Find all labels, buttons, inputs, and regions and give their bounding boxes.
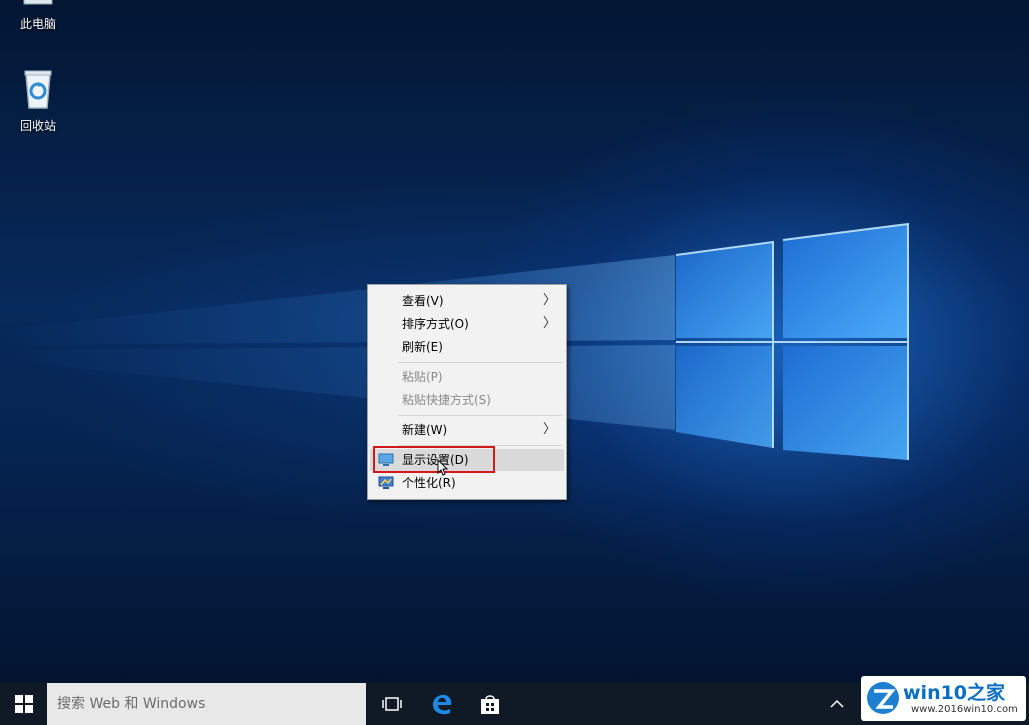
desktop-icon-label: 此电脑: [19, 17, 56, 31]
menu-item-label: 粘贴快捷方式(S): [402, 393, 491, 407]
chevron-up-icon: [830, 699, 844, 708]
store-button[interactable]: [468, 683, 512, 725]
show-hidden-icons-button[interactable]: [826, 683, 848, 725]
task-view-icon: [382, 697, 402, 711]
menu-item-personalize[interactable]: 个性化(R): [370, 472, 564, 494]
start-button[interactable]: [0, 683, 47, 725]
menu-separator: [398, 362, 562, 363]
edge-button[interactable]: [420, 683, 464, 725]
store-icon: [481, 695, 499, 714]
chevron-right-icon: 〉: [542, 422, 556, 437]
search-box[interactable]: 搜索 Web 和 Windows: [47, 683, 366, 725]
recycle-bin-icon: [24, 70, 52, 109]
chevron-right-icon: 〉: [542, 293, 556, 308]
menu-separator: [398, 415, 562, 416]
computer-icon: [23, 0, 53, 5]
start-icon: [14, 695, 33, 713]
menu-item-label: 排序方式(O): [402, 317, 469, 331]
menu-item-label: 刷新(E): [402, 340, 443, 354]
watermark-logo-icon: [867, 682, 899, 714]
task-view-button[interactable]: [372, 683, 412, 725]
site-watermark-logo: win10之家 www.2016win10.com: [861, 676, 1026, 721]
menu-item-label: 粘贴(P): [402, 370, 443, 384]
desktop-icon-this-pc[interactable]: 此电脑: [8, 0, 68, 32]
desktop-icon-label: 回收站: [19, 119, 56, 133]
menu-item-refresh[interactable]: 刷新(E): [370, 336, 564, 358]
watermark-title: win10之家: [903, 682, 1006, 704]
watermark-url: www.2016win10.com: [911, 704, 1018, 715]
menu-item-label: 新建(W): [402, 423, 448, 437]
chevron-right-icon: 〉: [542, 316, 556, 331]
menu-item-sort-by[interactable]: 排序方式(O) 〉: [370, 313, 564, 335]
menu-item-paste: 粘贴(P): [370, 366, 564, 388]
desktop-icon-recycle-bin[interactable]: 回收站: [8, 68, 68, 134]
personalize-icon: [378, 476, 394, 489]
menu-item-new[interactable]: 新建(W) 〉: [370, 419, 564, 441]
menu-item-label: 查看(V): [402, 294, 444, 308]
highlight-annotation-box: [373, 446, 495, 473]
edge-icon: [433, 694, 452, 715]
menu-item-view[interactable]: 查看(V) 〉: [370, 290, 564, 312]
search-placeholder: 搜索 Web 和 Windows: [57, 696, 206, 712]
mouse-cursor: [437, 459, 449, 476]
menu-item-paste-shortcut: 粘贴快捷方式(S): [370, 389, 564, 411]
